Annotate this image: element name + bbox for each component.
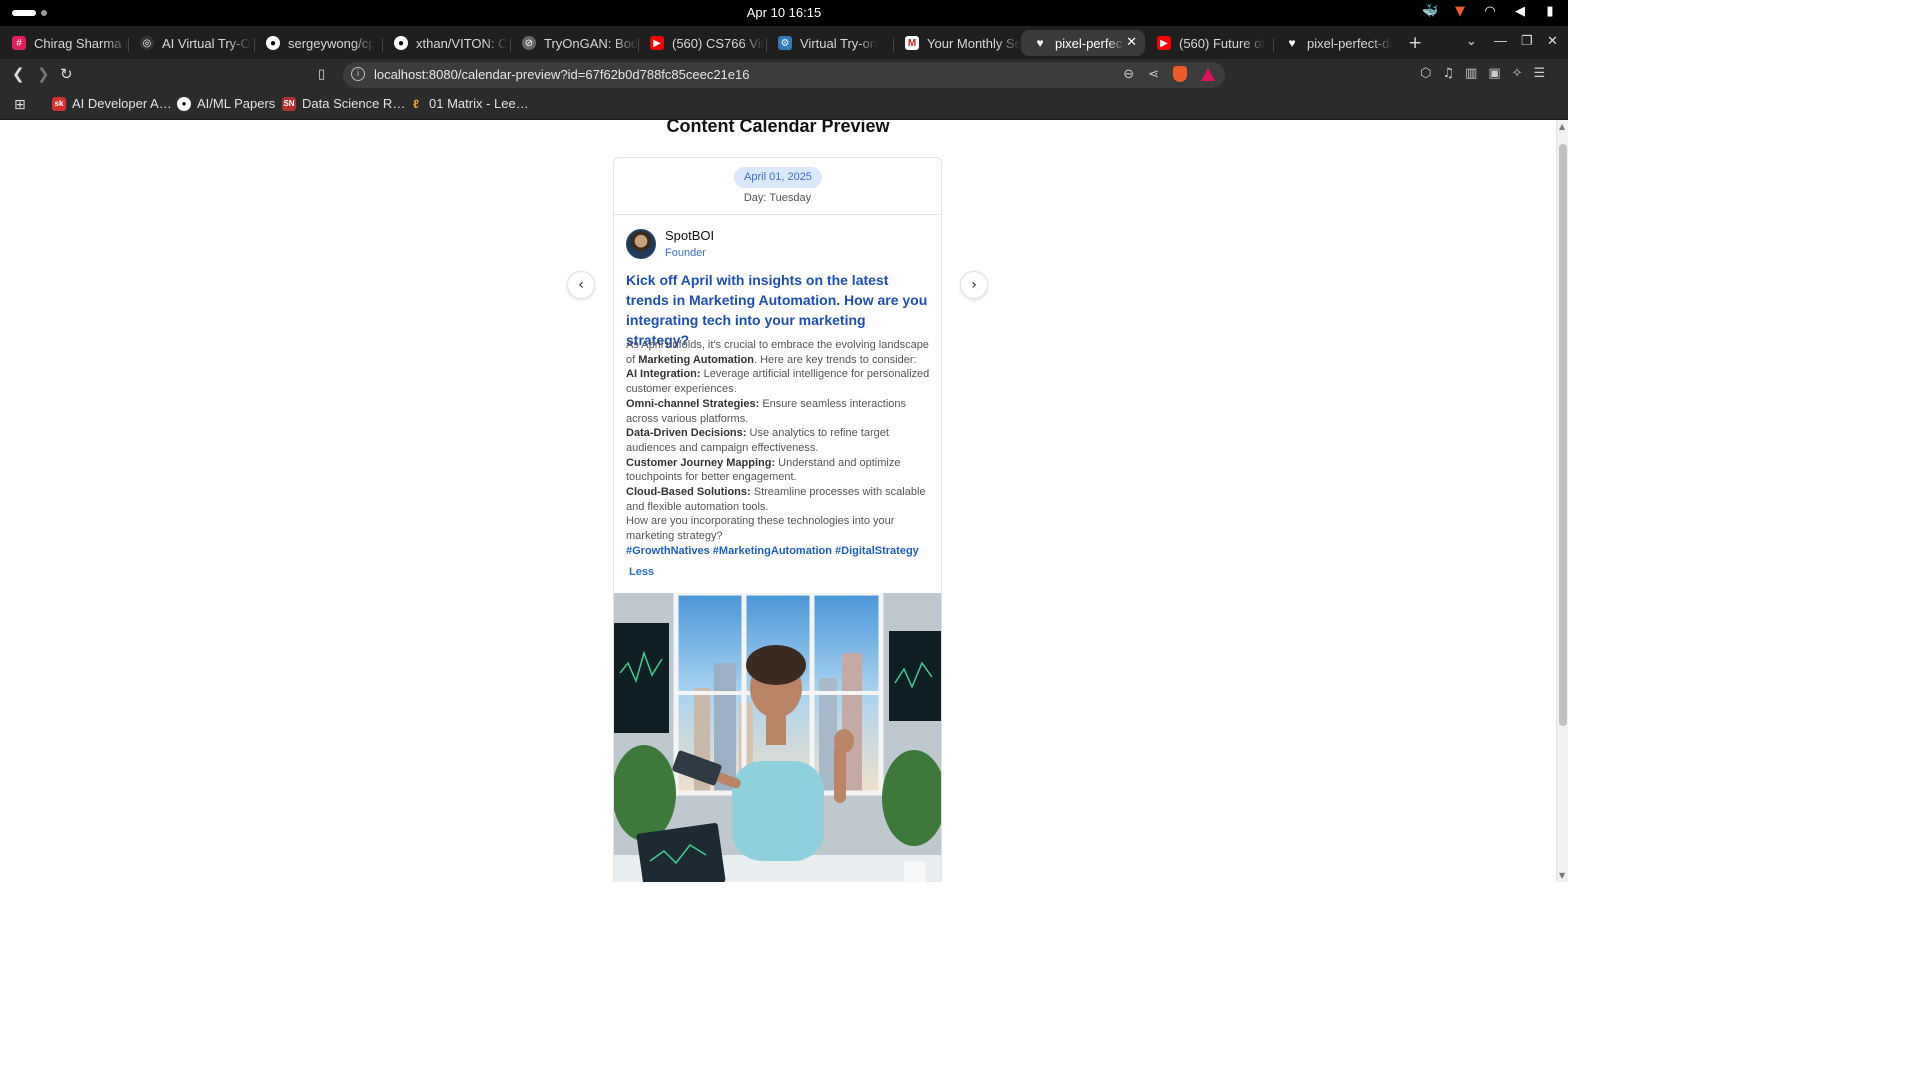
- openai-icon: ◎: [140, 36, 154, 50]
- post-image: [614, 593, 941, 882]
- author-name: SpotBOI: [665, 228, 715, 243]
- page-content: Content Calendar Preview ‹ › April 01, 2…: [0, 120, 1556, 882]
- address-bar[interactable]: i localhost:8080/calendar-preview?id=67f…: [343, 62, 1225, 88]
- bookmarks-bar: ⊞ sk AI Developer A… ● AI/ML Papers SN D…: [0, 91, 1568, 120]
- trend-term: Data-Driven Decisions:: [626, 427, 747, 440]
- tab-sergeywong-cp[interactable]: ● sergeywong/cp: [254, 30, 382, 56]
- scroll-up-arrow-icon[interactable]: ▲: [1559, 122, 1565, 131]
- prev-post-button[interactable]: ‹: [567, 271, 595, 299]
- bookmark-ai-developer[interactable]: sk AI Developer A…: [52, 96, 172, 111]
- minimize-icon[interactable]: —: [1494, 33, 1507, 48]
- os-top-bar: Apr 10 16:15 🐳 ▼ ◠ ◀ ▮: [0, 0, 1568, 26]
- close-window-icon[interactable]: ✕: [1547, 33, 1558, 49]
- tab-xthan-viton[interactable]: ● xthan/VITON: C: [382, 30, 510, 56]
- trend-term: Omni-channel Strategies:: [626, 397, 760, 410]
- close-tab-icon[interactable]: ✕: [1126, 34, 1137, 50]
- tab-chirag-sharma[interactable]: # Chirag Sharma (: [0, 30, 128, 56]
- avatar: [626, 228, 656, 259]
- brave-rewards-icon[interactable]: [1201, 67, 1215, 81]
- page-title: Content Calendar Preview: [666, 120, 890, 136]
- tab-future-of-video[interactable]: ▶ (560) Future of: [1145, 30, 1273, 56]
- restore-icon[interactable]: ❐: [1521, 33, 1533, 49]
- tab-pixel-perfect-active[interactable]: ♥ pixel-perfec ✕: [1021, 30, 1145, 56]
- author-role: Founder: [665, 247, 706, 259]
- menu-icon[interactable]: ☰: [1534, 66, 1546, 81]
- system-clock[interactable]: Apr 10 16:15: [0, 5, 1568, 20]
- tab-virtual-try-on[interactable]: ⚙ Virtual Try-on: [766, 30, 893, 56]
- leetcode-icon: ℓ: [413, 96, 419, 111]
- post-card: April 01, 2025 Day: Tuesday SpotBOI Foun…: [613, 157, 942, 882]
- zoom-icon[interactable]: ⊖: [1123, 67, 1134, 82]
- extensions-icon[interactable]: ⬡: [1420, 66, 1431, 81]
- trend-term: AI Integration:: [626, 368, 701, 381]
- sn-icon: SN: [282, 96, 296, 111]
- sidebar-icon[interactable]: ▥: [1465, 66, 1477, 81]
- wifi-icon[interactable]: ◠: [1482, 4, 1498, 19]
- brave-tray-icon[interactable]: ▼: [1452, 4, 1468, 19]
- scroll-down-arrow-icon[interactable]: ▼: [1559, 871, 1565, 880]
- date-badge: April 01, 2025: [734, 167, 822, 188]
- tab-search-chevron-icon[interactable]: ⌄: [1466, 33, 1477, 49]
- github-icon: ●: [394, 36, 408, 50]
- tab-strip: # Chirag Sharma ( ◎ AI Virtual Try-O ● s…: [0, 26, 1568, 59]
- docker-icon[interactable]: 🐳: [1422, 4, 1438, 19]
- sk-icon: sk: [52, 96, 66, 111]
- github-icon: ●: [266, 36, 280, 50]
- youtube-icon: ▶: [650, 36, 664, 50]
- browser-toolbar: ❮ ❯ ↻ ▯ i localhost:8080/calendar-previe…: [0, 59, 1568, 91]
- slack-icon: #: [12, 36, 26, 50]
- tab-pixel-perfect-di[interactable]: ♥ pixel-perfect-di: [1273, 30, 1399, 56]
- tab-ai-virtual-try-on[interactable]: ◎ AI Virtual Try-O: [128, 30, 254, 56]
- leo-ai-icon[interactable]: ✧: [1512, 66, 1523, 81]
- post-card-header: April 01, 2025 Day: Tuesday: [614, 158, 941, 215]
- github-icon: ●: [177, 96, 191, 111]
- share-icon[interactable]: ⋖: [1148, 67, 1159, 82]
- office-illustration: [614, 593, 941, 882]
- new-tab-plus-icon[interactable]: +: [1408, 33, 1422, 53]
- apps-grid-icon[interactable]: ⊞: [14, 97, 26, 113]
- site-info-icon[interactable]: i: [351, 67, 365, 81]
- tab-monthly-gmail[interactable]: M Your Monthly Sc: [893, 30, 1021, 56]
- bookmark-ai-ml-papers[interactable]: ● AI/ML Papers: [177, 96, 275, 111]
- url-text[interactable]: localhost:8080/calendar-preview?id=67f62…: [374, 67, 749, 82]
- heart-icon: ♥: [1288, 36, 1296, 50]
- tab-cs766-video[interactable]: ▶ (560) CS766 Vir: [638, 30, 766, 56]
- post-body: As April unfolds, it's crucial to embrac…: [626, 339, 930, 543]
- hashtags[interactable]: #GrowthNatives #MarketingAutomation #Dig…: [626, 545, 919, 557]
- tab-tryongan[interactable]: ⊘ TryOnGAN: Bod: [510, 30, 638, 56]
- back-arrow-icon[interactable]: ❮: [12, 65, 25, 83]
- wallet-icon[interactable]: ▣: [1488, 66, 1500, 81]
- volume-icon[interactable]: ◀: [1512, 4, 1528, 19]
- forward-arrow-icon[interactable]: ❯: [37, 65, 50, 83]
- scroll-thumb[interactable]: [1559, 144, 1567, 726]
- youtube-icon: ▶: [1157, 36, 1171, 50]
- show-less-button[interactable]: Less: [629, 566, 654, 578]
- address-bar-actions: ⊖ ⋖: [1123, 66, 1215, 82]
- globe-icon: ⊘: [522, 36, 536, 50]
- trend-term: Cloud-Based Solutions:: [626, 486, 751, 499]
- battery-icon[interactable]: ▮: [1542, 4, 1558, 19]
- gmail-icon: M: [905, 36, 919, 50]
- day-label: Day: Tuesday: [743, 192, 812, 204]
- heart-icon: ♥: [1036, 36, 1044, 50]
- reload-icon[interactable]: ↻: [60, 65, 73, 83]
- bookmark-data-science[interactable]: SN Data Science R…: [282, 96, 405, 111]
- author-block: SpotBOI Founder: [626, 228, 714, 259]
- page-scrollbar[interactable]: ▲ ▼: [1556, 120, 1568, 882]
- bookmark-icon[interactable]: ▯: [318, 67, 325, 82]
- bookmark-01-matrix[interactable]: ℓ 01 Matrix - Lee…: [409, 96, 529, 111]
- next-post-button[interactable]: ›: [960, 271, 988, 299]
- closing-question: How are you incorporating these technolo…: [626, 515, 895, 543]
- brave-shield-icon[interactable]: [1173, 66, 1187, 82]
- toolbar-extensions: ⬡ ♫ ▥ ▣ ✧ ☰: [1420, 66, 1545, 81]
- site-icon: ⚙: [778, 36, 792, 50]
- media-icon[interactable]: ♫: [1442, 66, 1454, 81]
- trend-term: Customer Journey Mapping:: [626, 456, 776, 469]
- system-tray: 🐳 ▼ ◠ ◀ ▮: [1422, 4, 1558, 19]
